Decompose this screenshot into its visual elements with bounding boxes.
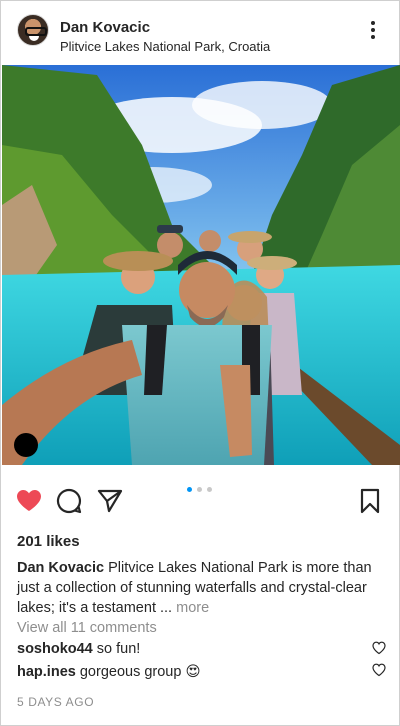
comment-icon[interactable] — [55, 487, 83, 515]
carousel-dot-active — [187, 487, 192, 492]
bookmark-icon[interactable] — [356, 487, 384, 515]
post-location[interactable]: Plitvice Lakes National Park, Croatia — [60, 39, 270, 54]
heart-icon[interactable] — [15, 487, 43, 515]
comment-text: gorgeous group 😍 — [79, 664, 201, 680]
post-caption: Dan Kovacic Plitvice Lakes National Park… — [17, 558, 387, 618]
comment-username[interactable]: soshoko44 — [17, 641, 93, 657]
comment-row: soshoko44 so fun! — [17, 641, 140, 657]
paper-plane-icon[interactable] — [96, 487, 124, 515]
post-actions — [1, 465, 399, 527]
carousel-indicator — [187, 487, 217, 493]
more-options-icon[interactable] — [363, 19, 383, 41]
comment-row: hap.ines gorgeous group 😍 — [17, 664, 201, 680]
carousel-dot — [197, 487, 202, 492]
view-all-comments-link[interactable]: View all 11 comments — [17, 620, 157, 636]
post-photo[interactable] — [2, 65, 400, 465]
post-photo-image — [2, 65, 400, 465]
carousel-dot — [207, 487, 212, 492]
caption-more-link[interactable]: more — [176, 600, 209, 616]
post-username[interactable]: Dan Kovacic — [60, 19, 150, 36]
user-tag-icon[interactable] — [14, 433, 38, 457]
post-header: Dan Kovacic Plitvice Lakes National Park… — [1, 1, 399, 65]
post-card: Dan Kovacic Plitvice Lakes National Park… — [0, 0, 400, 726]
comment-heart-icon[interactable] — [372, 663, 386, 677]
comment-text: so fun! — [96, 641, 141, 657]
avatar[interactable] — [17, 14, 49, 46]
comment-heart-icon[interactable] — [372, 641, 386, 655]
comment-username[interactable]: hap.ines — [17, 664, 76, 680]
caption-author[interactable]: Dan Kovacic — [17, 560, 104, 576]
likes-count[interactable]: 201 likes — [17, 533, 80, 550]
post-timestamp: 5 DAYS AGO — [17, 695, 95, 709]
